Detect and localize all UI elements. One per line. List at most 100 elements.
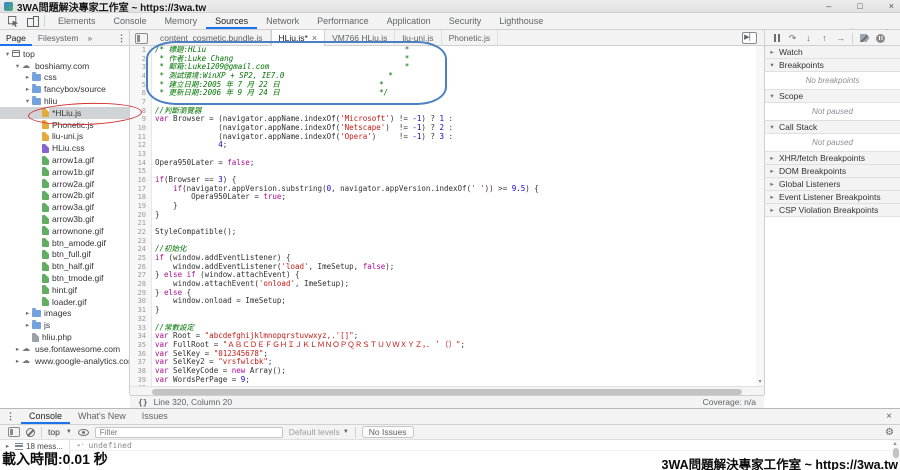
console-filter-input[interactable] [95, 427, 283, 438]
debugger-section-xhr-fetch-breakpoints[interactable]: ▸XHR/fetch Breakpoints [765, 152, 900, 165]
tree-item-loader-gif[interactable]: loader.gif [0, 296, 129, 308]
editor-horizontal-scrollbar[interactable] [130, 386, 764, 395]
debugger-section-dom-breakpoints[interactable]: ▸DOM Breakpoints [765, 165, 900, 178]
expand-arrow-icon[interactable]: ▸ [3, 442, 12, 450]
scrollbar-thumb[interactable] [893, 448, 899, 458]
debugger-section-csp-violation-breakpoints[interactable]: ▸CSP Violation Breakpoints [765, 204, 900, 217]
debugger-section-watch[interactable]: ▸Watch [765, 46, 900, 59]
tree-item-liu-uni-js[interactable]: liu-uni.js [0, 131, 129, 143]
debugger-section-event-listener-breakpoints[interactable]: ▸Event Listener Breakpoints [765, 191, 900, 204]
editor-tab[interactable]: liu-uni.js [395, 30, 441, 46]
tree-item-arrow1a-gif[interactable]: arrow1a.gif [0, 154, 129, 166]
tree-item-btn-tmode-gif[interactable]: btn_tmode.gif [0, 272, 129, 284]
debugger-section-call-stack[interactable]: ▾Call Stack [765, 121, 900, 134]
tree-item-btn-full-gif[interactable]: btn_full.gif [0, 249, 129, 261]
console-scrollbar[interactable] [892, 440, 900, 470]
disclosure-arrow-icon[interactable]: ▸ [23, 85, 32, 93]
tree-item-hliu-css[interactable]: HLiu.css [0, 142, 129, 154]
devtools-tab-sources[interactable]: Sources [206, 13, 257, 29]
tree-item--hliu-js[interactable]: *HLiu.js [0, 107, 129, 119]
tree-item-top[interactable]: ▾top [0, 48, 129, 60]
deactivate-breakpoints-icon[interactable] [858, 32, 871, 44]
scroll-down-arrow-icon[interactable]: ▾ [756, 378, 764, 385]
debugger-section-scope[interactable]: ▾Scope [765, 90, 900, 103]
code-editor[interactable]: 1/* 標題:HLiu *2 * 作者:Luke Chang *3 * 郵箱:L… [130, 46, 764, 386]
devtools-tab-performance[interactable]: Performance [308, 13, 378, 29]
device-toolbar-icon[interactable] [26, 15, 40, 28]
disclosure-arrow-icon[interactable]: ▸ [765, 48, 779, 56]
tree-item-arrow2a-gif[interactable]: arrow2a.gif [0, 178, 129, 190]
tree-item-js[interactable]: ▸js [0, 319, 129, 331]
console-prompt-row[interactable]: > [70, 451, 900, 462]
minimize-button[interactable]: – [826, 0, 831, 13]
step-icon[interactable]: → [834, 32, 847, 44]
navigator-tab-page[interactable]: Page [0, 31, 32, 46]
navigator-tab-filesystem[interactable]: Filesystem [32, 31, 85, 46]
issues-counter-button[interactable]: No Issues [362, 426, 414, 438]
drawer-tab-console[interactable]: Console [21, 409, 70, 424]
disclosure-arrow-icon[interactable]: ▾ [3, 50, 12, 58]
tree-item-arrownone-gif[interactable]: arrownone.gif [0, 225, 129, 237]
javascript-context-selector[interactable]: top [48, 427, 60, 437]
live-expression-eye-icon[interactable] [78, 429, 89, 436]
editor-tab[interactable]: Phonetic.js [442, 30, 499, 46]
tree-item-hliu-php[interactable]: hliu.php [0, 331, 129, 343]
tree-item-www-google-analytics-com[interactable]: ▸☁www.google-analytics.com [0, 355, 129, 367]
tree-item-hint-gif[interactable]: hint.gif [0, 284, 129, 296]
tree-item-hliu[interactable]: ▾hliu [0, 95, 129, 107]
disclosure-arrow-icon[interactable]: ▸ [765, 193, 779, 201]
disclosure-arrow-icon[interactable]: ▾ [23, 97, 32, 105]
navigator-overflow-chevron[interactable]: » [84, 33, 95, 43]
drawer-kebab-icon[interactable]: ⋮ [0, 411, 21, 422]
tree-item-btn-amode-gif[interactable]: btn_amode.gif [0, 237, 129, 249]
editor-tab[interactable]: content_cosmetic.bundle.js [153, 30, 271, 46]
inspect-element-icon[interactable] [6, 15, 20, 28]
tree-item-btn-half-gif[interactable]: btn_half.gif [0, 260, 129, 272]
console-sidebar-toggle-icon[interactable] [8, 427, 20, 437]
tree-item-phonetic-js[interactable]: Phonetic.js [0, 119, 129, 131]
navigator-kebab-icon[interactable]: ⋮ [117, 33, 126, 44]
console-settings-gear-icon[interactable]: ⚙ [885, 427, 894, 438]
disclosure-arrow-icon[interactable]: ▸ [23, 309, 32, 317]
close-button[interactable]: × [889, 0, 894, 13]
disclosure-arrow-icon[interactable]: ▸ [23, 73, 32, 81]
log-levels-dropdown[interactable]: Default levels▼ [289, 427, 349, 437]
step-into-icon[interactable]: ↓ [802, 32, 815, 44]
debugger-section-global-listeners[interactable]: ▸Global Listeners [765, 178, 900, 191]
devtools-tab-memory[interactable]: Memory [156, 13, 207, 29]
editor-tab[interactable]: VM766 HLiu.js [325, 30, 395, 46]
drawer-close-icon[interactable]: × [878, 411, 900, 422]
pause-icon[interactable] [770, 32, 783, 44]
tree-item-fancybox-source[interactable]: ▸fancybox/source [0, 83, 129, 95]
tree-item-arrow3b-gif[interactable]: arrow3b.gif [0, 213, 129, 225]
tree-item-arrow2b-gif[interactable]: arrow2b.gif [0, 190, 129, 202]
editor-vertical-scrollbar[interactable]: ▾ [756, 46, 764, 386]
disclosure-arrow-icon[interactable]: ▸ [765, 154, 779, 162]
tree-item-arrow1b-gif[interactable]: arrow1b.gif [0, 166, 129, 178]
disclosure-arrow-icon[interactable]: ▾ [765, 61, 779, 69]
devtools-tab-security[interactable]: Security [440, 13, 491, 29]
disclosure-arrow-icon[interactable]: ▸ [765, 167, 779, 175]
devtools-tab-network[interactable]: Network [257, 13, 308, 29]
devtools-tab-console[interactable]: Console [105, 13, 156, 29]
tree-item-boshiamy-com[interactable]: ▾☁boshiamy.com [0, 60, 129, 72]
devtools-tab-elements[interactable]: Elements [49, 13, 105, 29]
tree-item-use-fontawesome-com[interactable]: ▸☁use.fontawesome.com [0, 343, 129, 355]
disclosure-arrow-icon[interactable]: ▾ [765, 92, 779, 100]
disclosure-arrow-icon[interactable]: ▸ [23, 321, 32, 329]
maximize-button[interactable]: □ [857, 0, 862, 13]
console-sidebar-messages-item[interactable]: ▸ 18 mess... [0, 440, 69, 452]
step-over-icon[interactable]: ↷ [786, 32, 799, 44]
tree-item-css[interactable]: ▸css [0, 72, 129, 84]
scrollbar-thumb[interactable] [152, 389, 742, 395]
disclosure-arrow-icon[interactable]: ▸ [13, 345, 22, 353]
disclosure-arrow-icon[interactable]: ▾ [765, 123, 779, 131]
step-out-icon[interactable]: ↑ [818, 32, 831, 44]
devtools-tab-lighthouse[interactable]: Lighthouse [490, 13, 552, 29]
disclosure-arrow-icon[interactable]: ▸ [765, 180, 779, 188]
devtools-tab-application[interactable]: Application [378, 13, 440, 29]
tree-item-images[interactable]: ▸images [0, 308, 129, 320]
tree-item-arrow3a-gif[interactable]: arrow3a.gif [0, 201, 129, 213]
pretty-print-icon[interactable]: {} [130, 398, 154, 407]
drawer-tab-what-s-new[interactable]: What's New [70, 409, 134, 424]
